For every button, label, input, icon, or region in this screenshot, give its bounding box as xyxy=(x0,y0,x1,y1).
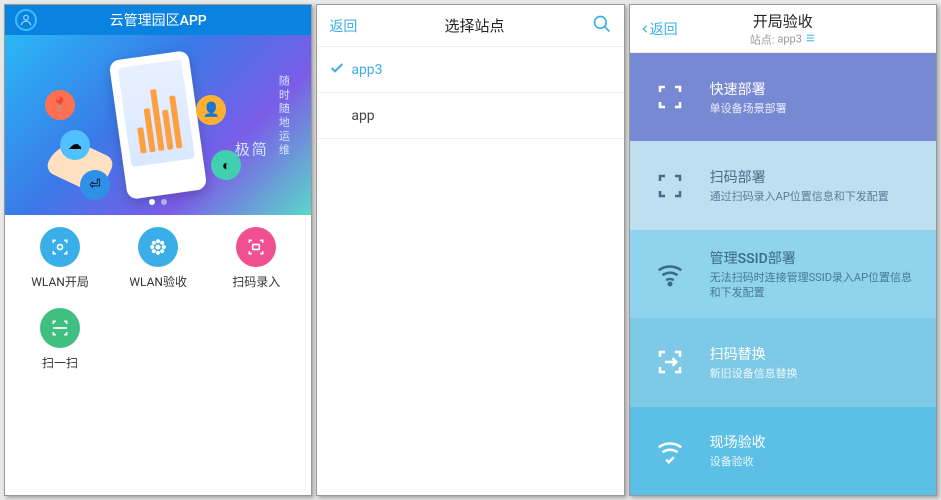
scan-swap-icon xyxy=(652,344,688,380)
deploy-header: 返回 开局验收 站点:app3 xyxy=(630,5,936,53)
card-desc: 通过扫码录入AP位置信息和下发配置 xyxy=(710,190,914,204)
card-title: 现场验收 xyxy=(710,432,914,452)
bubble-icon: ⏎ xyxy=(80,170,110,200)
page-title: 开局验收 xyxy=(750,10,816,31)
card-title: 快速部署 xyxy=(710,79,914,99)
wifi-check-icon xyxy=(652,433,688,469)
card-desc: 无法扫码时连接管理SSID录入AP位置信息和下发配置 xyxy=(710,271,914,300)
card-site-verify[interactable]: 现场验收 设备验收 xyxy=(630,407,936,495)
barcode-icon xyxy=(236,227,276,267)
home-header: 云管理园区APP xyxy=(5,5,311,35)
site-row[interactable]: app3 xyxy=(317,47,623,93)
card-desc: 单设备场景部署 xyxy=(710,102,914,116)
scan-icon xyxy=(40,308,80,348)
deploy-pane: 返回 开局验收 站点:app3 快速部署 单设备场景部署 xyxy=(629,4,937,496)
card-scan-replace[interactable]: 扫码替换 新旧设备信息替换 xyxy=(630,318,936,406)
check-icon xyxy=(329,60,351,80)
site-select-pane: 返回 选择站点 app3 app xyxy=(316,4,624,496)
card-ssid-deploy[interactable]: 管理SSID部署 无法扫码时连接管理SSID录入AP位置信息和下发配置 xyxy=(630,230,936,318)
scan-circle-icon xyxy=(40,227,80,267)
scan-frame-icon xyxy=(652,168,688,204)
subtitle: 站点:app3 xyxy=(750,31,816,47)
avatar-icon[interactable] xyxy=(15,9,37,31)
scan-frame-icon xyxy=(652,79,688,115)
phone-graphic xyxy=(109,50,208,200)
feature-label: WLAN开局 xyxy=(31,273,89,290)
card-title: 扫码替换 xyxy=(710,344,914,364)
site-row[interactable]: app xyxy=(317,93,623,139)
feature-label: 扫一扫 xyxy=(42,354,78,371)
feature-label: WLAN验收 xyxy=(129,273,187,290)
feature-wlan-verify[interactable]: WLAN验收 xyxy=(109,227,207,290)
back-button[interactable]: 返回 xyxy=(640,19,678,39)
search-icon[interactable] xyxy=(592,14,612,38)
home-pane: 云管理园区APP 📍 ☁ ⏎ 👤 ◐ 极简 随 时 随 地 运 维 xyxy=(4,4,312,496)
bubble-icon: 📍 xyxy=(45,90,75,120)
carousel-dots[interactable] xyxy=(149,199,167,205)
card-quick-deploy[interactable]: 快速部署 单设备场景部署 xyxy=(630,53,936,141)
feature-scan[interactable]: 扫一扫 xyxy=(11,308,109,371)
feature-grid: WLAN开局 WLAN验收 扫码录入 扫一扫 xyxy=(5,215,311,495)
card-title: 管理SSID部署 xyxy=(710,248,914,268)
card-desc: 设备验收 xyxy=(710,455,914,469)
page-title: 选择站点 xyxy=(357,15,591,36)
bubble-icon: 👤 xyxy=(196,95,226,125)
menu-icon[interactable] xyxy=(805,32,816,46)
flower-icon xyxy=(138,227,178,267)
back-button[interactable]: 返回 xyxy=(329,16,357,36)
site-header: 返回 选择站点 xyxy=(317,5,623,47)
deploy-list: 快速部署 单设备场景部署 扫码部署 通过扫码录入AP位置信息和下发配置 管理 xyxy=(630,53,936,495)
hero-banner[interactable]: 📍 ☁ ⏎ 👤 ◐ 极简 随 时 随 地 运 维 xyxy=(5,35,311,215)
wifi-icon xyxy=(652,256,688,292)
feature-wlan-start[interactable]: WLAN开局 xyxy=(11,227,109,290)
bubble-icon: ☁ xyxy=(60,130,90,160)
feature-label: 扫码录入 xyxy=(232,273,280,290)
site-list: app3 app xyxy=(317,47,623,495)
site-name: app xyxy=(351,108,374,124)
site-name: app3 xyxy=(351,62,382,78)
card-title: 扫码部署 xyxy=(710,167,914,187)
feature-scan-input[interactable]: 扫码录入 xyxy=(207,227,305,290)
card-scan-deploy[interactable]: 扫码部署 通过扫码录入AP位置信息和下发配置 xyxy=(630,141,936,229)
slogan: 极简 随 时 随 地 运 维 xyxy=(235,75,292,161)
page-title: 云管理园区APP xyxy=(37,10,279,30)
card-desc: 新旧设备信息替换 xyxy=(710,367,914,381)
